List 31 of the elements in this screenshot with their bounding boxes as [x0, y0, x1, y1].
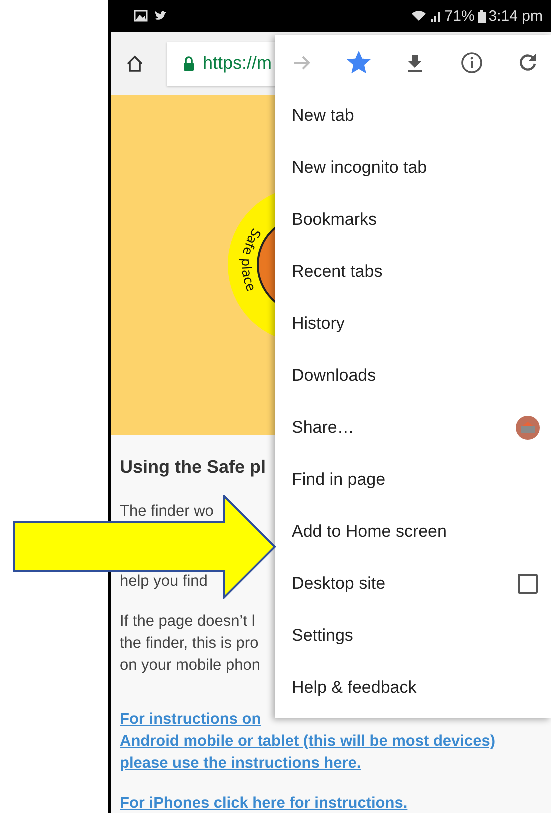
paragraph-text: If the page doesn’t l: [120, 612, 256, 632]
star-icon: [346, 50, 370, 74]
menu-item[interactable]: Help & feedback: [275, 662, 551, 714]
paragraph-text: the finder, this is pro: [120, 634, 259, 654]
menu-item[interactable]: New tab: [275, 90, 551, 142]
menu-item[interactable]: Settings: [275, 610, 551, 662]
lock-icon: [183, 56, 195, 71]
menu-item[interactable]: Add to Home screen: [275, 506, 551, 558]
menu-item[interactable]: Recent tabs: [275, 246, 551, 298]
section-heading: Using the Safe pl: [120, 456, 268, 479]
paragraph-text: on your mobile phon: [120, 656, 260, 676]
paragraph-text: help you find: [120, 572, 208, 592]
paragraph-text: The finder wo: [120, 502, 214, 522]
battery-icon: [478, 10, 486, 22]
battery-percent: 71%: [444, 8, 475, 24]
info-icon: [460, 50, 484, 74]
bird-icon: [154, 10, 168, 22]
menu-item[interactable]: Downloads: [275, 350, 551, 402]
menu-item[interactable]: Desktop site: [275, 558, 551, 610]
signal-icon: [430, 10, 442, 22]
wifi-icon: [410, 10, 427, 22]
menu-item[interactable]: History: [275, 298, 551, 350]
menu-item[interactable]: Find in page: [275, 454, 551, 506]
menu-item[interactable]: Bookmarks: [275, 194, 551, 246]
checkbox[interactable]: [518, 574, 538, 594]
app-icon: [515, 415, 541, 441]
image-icon: [134, 10, 148, 22]
clock: 3:14 pm: [488, 8, 543, 24]
menu-item[interactable]: Share…: [275, 402, 551, 454]
menu-item[interactable]: New incognito tab: [275, 142, 551, 194]
refresh-icon: [517, 52, 539, 74]
